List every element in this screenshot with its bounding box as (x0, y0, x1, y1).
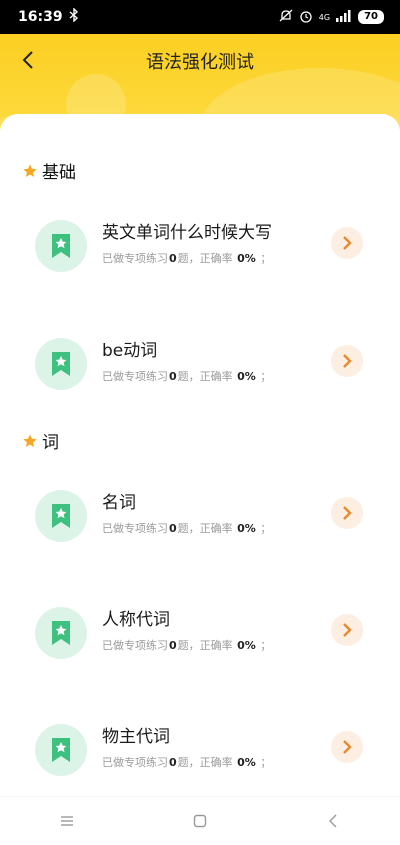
stats-end: ； (260, 639, 272, 652)
bookmark-star-icon (35, 607, 87, 659)
item-stats: 已做专项练习0题，正确率 0% ； (102, 754, 271, 770)
signal-icon (336, 9, 352, 25)
item-title: 人称代词 (102, 610, 170, 630)
back-triangle-icon (329, 814, 337, 828)
star-icon (23, 163, 37, 177)
menu-button[interactable] (47, 801, 87, 841)
stats-prefix: 已做专项练习 (102, 756, 168, 769)
stats-prefix: 已做专项练习 (102, 639, 168, 652)
section-title-basics: 基础 (22, 158, 76, 183)
stats-count: 0 (169, 639, 177, 652)
page-title: 语法强化测试 (146, 52, 254, 73)
mute-icon (279, 9, 293, 26)
stats-prefix: 已做专项练习 (102, 252, 168, 265)
network-label: 4G (318, 12, 331, 22)
stats-suffix: 题，正确率 (177, 370, 233, 383)
home-square-icon (193, 814, 207, 828)
stats-accuracy: 0% (237, 639, 256, 652)
system-nav-bar (0, 796, 400, 845)
enter-button[interactable] (331, 731, 363, 763)
item-title: 英文单词什么时候大写 (102, 223, 272, 243)
stats-count: 0 (169, 756, 177, 769)
bookmark-star-icon (35, 220, 87, 272)
item-stats: 已做专项练习0题，正确率 0% ； (102, 368, 271, 384)
item-title: be动词 (102, 341, 158, 361)
stats-accuracy: 0% (237, 252, 256, 265)
bookmark-star-icon (35, 724, 87, 776)
stats-end: ； (260, 370, 272, 383)
bluetooth-icon (69, 7, 79, 26)
stats-count: 0 (169, 370, 177, 383)
stats-count: 0 (169, 252, 177, 265)
enter-button[interactable] (331, 497, 363, 529)
stats-suffix: 题，正确率 (177, 252, 233, 265)
status-bar: 16:39 4G 70 (0, 0, 400, 34)
enter-button[interactable] (331, 227, 363, 259)
stats-prefix: 已做专项练习 (102, 370, 168, 383)
enter-button[interactable] (331, 345, 363, 377)
chevron-right-icon (343, 506, 352, 520)
list-item[interactable]: 名词 已做专项练习0题，正确率 0% ； (0, 484, 400, 564)
status-right: 4G 70 (279, 9, 384, 26)
item-stats: 已做专项练习0题，正确率 0% ； (102, 637, 271, 653)
bookmark-star-icon (35, 338, 87, 390)
chevron-right-icon (343, 354, 352, 368)
stats-suffix: 题，正确率 (177, 522, 233, 535)
section-title-label: 基础 (42, 163, 76, 183)
enter-button[interactable] (331, 614, 363, 646)
status-time: 16:39 (18, 9, 63, 25)
item-title: 名词 (102, 493, 136, 513)
stats-accuracy: 0% (237, 370, 256, 383)
stats-accuracy: 0% (237, 756, 256, 769)
status-left: 16:39 (18, 7, 79, 26)
stats-end: ； (260, 252, 272, 265)
stats-suffix: 题，正确率 (177, 639, 233, 652)
list-item[interactable]: 物主代词 已做专项练习0题，正确率 0% ； (0, 718, 400, 798)
item-stats: 已做专项练习0题，正确率 0% ； (102, 520, 271, 536)
home-button[interactable] (180, 801, 220, 841)
system-back-button[interactable] (313, 801, 353, 841)
stats-prefix: 已做专项练习 (102, 522, 168, 535)
content-card: 基础 英文单词什么时候大写 已做专项练习0题，正确率 0% ； be动词 已做专… (0, 114, 400, 794)
stats-count: 0 (169, 522, 177, 535)
stats-end: ； (260, 522, 272, 535)
list-item[interactable]: be动词 已做专项练习0题，正确率 0% ； (0, 332, 400, 412)
list-item[interactable]: 英文单词什么时候大写 已做专项练习0题，正确率 0% ； (0, 214, 400, 294)
chevron-right-icon (343, 236, 352, 250)
stats-accuracy: 0% (237, 522, 256, 535)
section-title-words: 词 (22, 428, 59, 453)
chevron-right-icon (343, 623, 352, 637)
stats-end: ； (260, 756, 272, 769)
chevron-right-icon (343, 740, 352, 754)
alarm-icon (299, 9, 313, 26)
bookmark-star-icon (35, 490, 87, 542)
list-item[interactable]: 人称代词 已做专项练习0题，正确率 0% ； (0, 601, 400, 681)
battery-indicator: 70 (358, 10, 384, 24)
stats-suffix: 题，正确率 (177, 756, 233, 769)
section-title-label: 词 (42, 433, 59, 453)
item-title: 物主代词 (102, 727, 170, 747)
star-icon (23, 433, 37, 447)
item-stats: 已做专项练习0题，正确率 0% ； (102, 250, 271, 266)
menu-icon (60, 816, 73, 826)
